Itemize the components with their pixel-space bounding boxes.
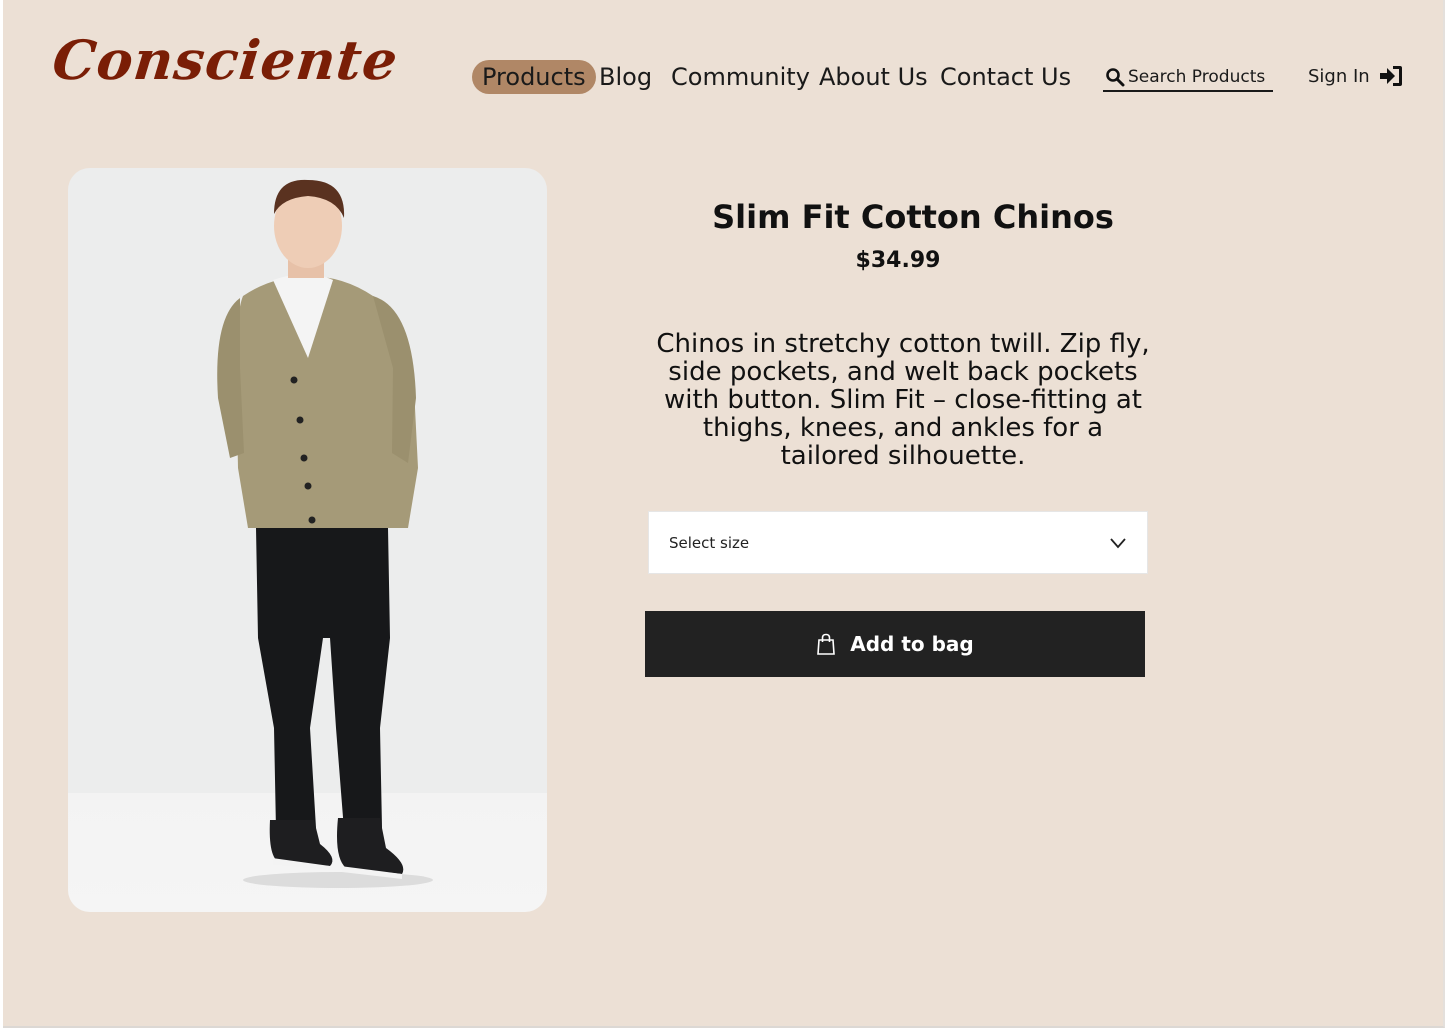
model-photo <box>217 179 433 888</box>
sign-in-icon <box>1379 66 1402 86</box>
shopping-bag-icon <box>817 633 836 655</box>
nav-community[interactable]: Community <box>671 60 810 94</box>
nav-contact-us[interactable]: Contact Us <box>940 60 1071 94</box>
add-to-bag-button[interactable]: Add to bag <box>645 611 1145 677</box>
product-image <box>68 168 547 912</box>
product-description: Chinos in stretchy cotton twill. Zip fly… <box>656 329 1150 471</box>
nav-about-us[interactable]: About Us <box>819 60 928 94</box>
product-title: Slim Fit Cotton Chinos <box>712 198 1114 236</box>
nav-blog[interactable]: Blog <box>599 60 652 94</box>
product-price: $34.99 <box>855 248 941 273</box>
add-to-bag-label: Add to bag <box>850 632 974 656</box>
page: Consciente Products Blog Community About… <box>3 0 1445 1028</box>
brand-logo[interactable]: Consciente <box>50 28 402 92</box>
size-select-label: Select size <box>669 533 750 552</box>
search-input[interactable] <box>1128 67 1268 87</box>
search-bar[interactable] <box>1103 64 1273 92</box>
search-icon[interactable] <box>1105 67 1125 87</box>
nav-products[interactable]: Products <box>472 60 596 94</box>
sign-in-button[interactable]: Sign In <box>1308 64 1404 88</box>
size-select[interactable]: Select size <box>648 511 1148 574</box>
chevron-down-icon <box>1110 537 1126 548</box>
sign-in-label: Sign In <box>1308 65 1370 87</box>
